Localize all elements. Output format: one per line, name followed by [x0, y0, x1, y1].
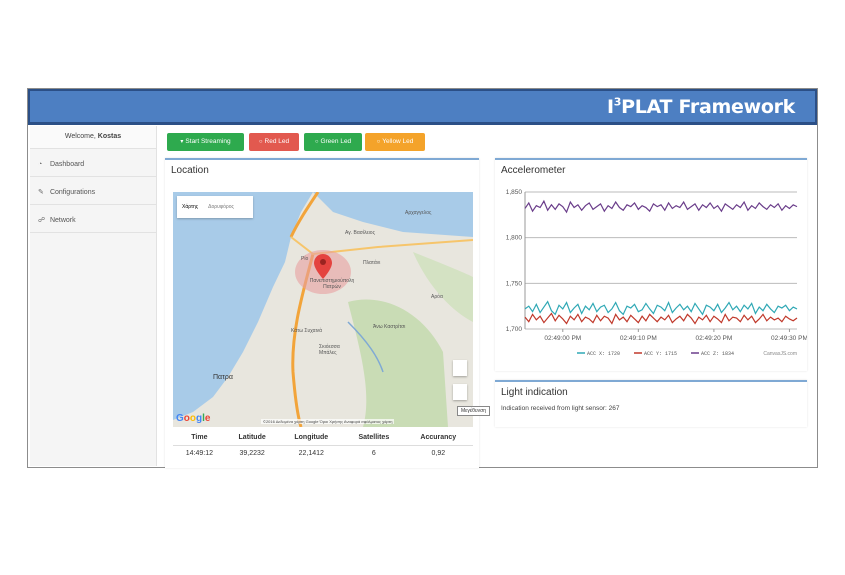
- table-header-row: Time Latitude Longitude Satellites Accur…: [173, 430, 473, 446]
- column-header: Accurancy: [403, 430, 473, 446]
- app-frame: I3PLAT Framework Welcome, Kostas ◔ Dashb…: [27, 88, 818, 468]
- button-label: Red Led: [264, 138, 290, 145]
- legend-entry: ACC Z: 1834: [701, 351, 734, 357]
- light-title: Light indication: [501, 387, 568, 398]
- wifi-icon: ▾: [180, 139, 184, 145]
- location-table: Time Latitude Longitude Satellites Accur…: [173, 430, 473, 461]
- circle-icon: ○: [258, 139, 263, 145]
- x-tick-label: 02:49:00 PM: [544, 335, 581, 342]
- zoom-tooltip: Μεγέθυνση: [457, 406, 491, 416]
- circle-icon: ○: [314, 139, 319, 145]
- green-area-2: [413, 252, 473, 322]
- column-header: Latitude: [225, 430, 279, 446]
- map-label: Σκιόεσσα Μπάλες: [319, 344, 340, 356]
- location-title: Location: [171, 165, 209, 176]
- sidebar-item-network[interactable]: ☍ Network: [30, 208, 156, 233]
- y-tick-label: 1,800: [506, 235, 523, 242]
- welcome-message: Welcome, Kostas: [30, 126, 156, 149]
- network-icon: ☍: [38, 217, 46, 224]
- x-tick-label: 02:49:10 PM: [620, 335, 657, 342]
- x-tick-label: 02:49:20 PM: [695, 335, 732, 342]
- map-label: Αρόα: [431, 294, 443, 300]
- pin-center: [320, 259, 326, 265]
- table-cell: 14:49:12: [185, 450, 214, 457]
- series-line-1: [524, 300, 798, 316]
- legend-entry: ACC X: 1720: [587, 351, 620, 357]
- button-label: Green Led: [320, 138, 352, 145]
- column-header: Time: [173, 430, 226, 446]
- map-label: Ρίο: [301, 256, 309, 262]
- sidebar-item-dashboard[interactable]: ◔ Dashboard: [30, 152, 156, 177]
- map-label: Πανεπιστημιούπολη Πατρών: [309, 278, 355, 290]
- map-label: Άνω Καστρίτσι: [373, 324, 406, 330]
- light-panel: Light indication Indication received fro…: [495, 380, 807, 427]
- gulf-area: [313, 192, 473, 237]
- column-header: Satellites: [344, 430, 404, 446]
- y-tick-label: 1,700: [506, 326, 523, 333]
- table-row: 14:49:12 39,2232 22,1412 6 0,92: [173, 446, 473, 462]
- app-title: I3PLAT Framework: [606, 95, 795, 118]
- circle-icon: ○: [376, 139, 381, 145]
- map-label: Αγ. Βασίλειος: [345, 230, 375, 236]
- dashboard-icon: ◔: [38, 161, 43, 168]
- user-name: Kostas: [97, 133, 122, 140]
- tab-satellite[interactable]: Δορυφόρος: [203, 196, 239, 218]
- header-banner: I3PLAT Framework: [28, 89, 817, 125]
- wrench-icon: ✎: [38, 189, 44, 196]
- y-tick-label: 1,750: [506, 280, 523, 287]
- sidebar-item-label: Configurations: [49, 189, 96, 196]
- chart-credit: CanvasJS.com: [763, 351, 797, 357]
- map-label: Κάτω Συχαινά: [291, 328, 323, 334]
- button-label: Yellow Led: [382, 138, 414, 145]
- location-panel: Location Χάρτης Δορυφόρος Αρχαγγελος Αγ. …: [165, 158, 479, 468]
- accelerometer-chart: 1,700 1,750 1,800 1,850 02:49:00 PM 02:49:10 …: [506, 189, 807, 357]
- light-indication-text: Indication received from light sensor: 2…: [501, 405, 620, 412]
- accelerometer-title: Accelerometer: [501, 165, 566, 176]
- x-tick-label: 02:49:30 PM: [771, 335, 807, 342]
- table-cell: 0,92: [431, 450, 446, 457]
- legend-entry: ACC Y: 1715: [644, 351, 677, 357]
- series-line-2: [524, 312, 798, 325]
- green-area: [348, 299, 448, 427]
- green-led-button[interactable]: ○ Green Led: [304, 133, 362, 151]
- sidebar-item-label: Dashboard: [49, 161, 85, 168]
- column-header: Longitude: [278, 430, 345, 446]
- y-tick-label: 1,850: [506, 189, 523, 196]
- map[interactable]: Χάρτης Δορυφόρος Αρχαγγελος Αγ. Βασίλειος…: [173, 192, 473, 427]
- zoom-in-button[interactable]: [453, 360, 467, 376]
- accelerometer-panel: Accelerometer 1,700 1,750 1,800 1,850 02:49:…: [495, 158, 807, 371]
- sidebar-item-label: Network: [49, 217, 76, 224]
- table-cell: 39,2232: [239, 450, 265, 457]
- map-label: Αρχαγγελος: [405, 210, 432, 216]
- start-streaming-button[interactable]: ▾ Start Streaming: [167, 133, 244, 151]
- map-type-tabs: Χάρτης Δορυφόρος: [177, 196, 253, 218]
- google-logo: Google: [176, 413, 211, 424]
- sea-area: [173, 192, 313, 420]
- table-cell: 6: [371, 450, 376, 457]
- zoom-out-button[interactable]: [453, 384, 467, 400]
- sidebar-item-configurations[interactable]: ✎ Configurations: [30, 180, 156, 205]
- map-label: Πλατάνι: [363, 260, 381, 266]
- map-copyright: ©2016 Δεδομένα χάρτη Google Όροι Χρήσης …: [261, 419, 395, 424]
- series-line-3: [524, 199, 798, 214]
- button-label: Start Streaming: [185, 138, 231, 145]
- yellow-led-button[interactable]: ○ Yellow Led: [365, 133, 425, 151]
- sidebar: Welcome, Kostas ◔ Dashboard ✎ Configurat…: [30, 126, 157, 466]
- map-canvas: [173, 192, 473, 427]
- tab-map[interactable]: Χάρτης: [177, 196, 203, 218]
- map-label: Πατρα: [213, 374, 233, 381]
- red-led-button[interactable]: ○ Red Led: [249, 133, 299, 151]
- welcome-label: Welcome,: [64, 133, 96, 140]
- table-cell: 22,1412: [298, 450, 324, 457]
